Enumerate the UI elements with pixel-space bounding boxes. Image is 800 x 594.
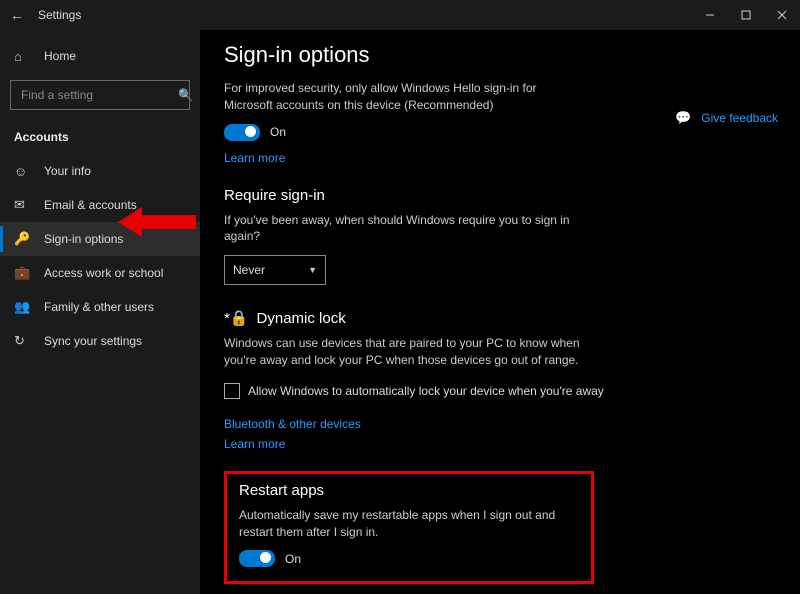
- hello-learn-more-link[interactable]: Learn more: [224, 151, 285, 165]
- briefcase-icon: 💼: [14, 265, 32, 281]
- back-button[interactable]: ←: [10, 7, 24, 23]
- sidebar-item-signin[interactable]: 🔑 Sign-in options: [0, 222, 200, 256]
- sync-icon: ↻: [14, 333, 32, 349]
- window-title: Settings: [38, 8, 81, 22]
- sidebar-item-label: Access work or school: [44, 266, 163, 280]
- email-icon: ✉: [14, 197, 32, 213]
- page-title: Sign-in options: [224, 42, 776, 68]
- restart-toggle-state: On: [285, 552, 301, 566]
- category-label: Accounts: [0, 124, 200, 154]
- search-input[interactable]: [19, 87, 178, 103]
- dynamic-lock-icon: *🔒: [224, 309, 249, 327]
- maximize-button[interactable]: [728, 0, 764, 30]
- key-icon: 🔑: [14, 231, 32, 247]
- sidebar-item-label: Sign-in options: [44, 232, 123, 246]
- feedback-link[interactable]: 💬 Give feedback: [675, 110, 778, 126]
- dynamic-checkbox[interactable]: Allow Windows to automatically lock your…: [224, 383, 776, 399]
- dynamic-heading: Dynamic lock: [257, 310, 346, 327]
- require-desc: If you've been away, when should Windows…: [224, 212, 584, 246]
- home-icon: ⌂: [14, 49, 32, 64]
- restart-heading: Restart apps: [239, 482, 579, 499]
- restart-desc: Automatically save my restartable apps w…: [239, 507, 579, 541]
- hello-toggle-state: On: [270, 125, 286, 139]
- sidebar-item-email[interactable]: ✉ Email & accounts: [0, 188, 200, 222]
- feedback-icon: 💬: [675, 110, 691, 126]
- dynamic-desc: Windows can use devices that are paired …: [224, 335, 584, 369]
- highlight-box: Restart apps Automatically save my resta…: [224, 471, 594, 585]
- sidebar-item-sync[interactable]: ↻ Sync your settings: [0, 324, 200, 358]
- bluetooth-link[interactable]: Bluetooth & other devices: [224, 417, 361, 431]
- sidebar-item-label: Family & other users: [44, 300, 154, 314]
- dynamic-learn-more-link[interactable]: Learn more: [224, 437, 285, 451]
- person-card-icon: ☺: [14, 164, 32, 179]
- hello-desc: For improved security, only allow Window…: [224, 80, 584, 114]
- sidebar: ⌂ Home 🔍 Accounts ☺ Your info ✉ Email & …: [0, 30, 200, 594]
- search-box[interactable]: 🔍: [10, 80, 190, 110]
- restart-toggle[interactable]: On: [239, 550, 579, 567]
- close-button[interactable]: [764, 0, 800, 30]
- sidebar-item-your-info[interactable]: ☺ Your info: [0, 154, 200, 188]
- home-button[interactable]: ⌂ Home: [0, 38, 200, 74]
- sidebar-item-label: Sync your settings: [44, 334, 142, 348]
- search-icon: 🔍: [178, 88, 193, 102]
- minimize-button[interactable]: [692, 0, 728, 30]
- require-select-value: Never: [233, 263, 265, 277]
- people-icon: 👥: [14, 299, 32, 315]
- sidebar-item-work[interactable]: 💼 Access work or school: [0, 256, 200, 290]
- checkbox-icon: [224, 383, 240, 399]
- sidebar-item-family[interactable]: 👥 Family & other users: [0, 290, 200, 324]
- require-select[interactable]: Never ▼: [224, 255, 326, 285]
- require-heading: Require sign-in: [224, 187, 776, 204]
- content-area: Sign-in options For improved security, o…: [200, 30, 800, 594]
- feedback-label: Give feedback: [701, 111, 778, 125]
- dynamic-checkbox-label: Allow Windows to automatically lock your…: [248, 384, 604, 398]
- home-label: Home: [44, 49, 76, 63]
- chevron-down-icon: ▼: [308, 265, 317, 275]
- hello-toggle[interactable]: On: [224, 124, 776, 141]
- sidebar-item-label: Your info: [44, 164, 91, 178]
- titlebar: ← Settings: [0, 0, 800, 30]
- sidebar-item-label: Email & accounts: [44, 198, 137, 212]
